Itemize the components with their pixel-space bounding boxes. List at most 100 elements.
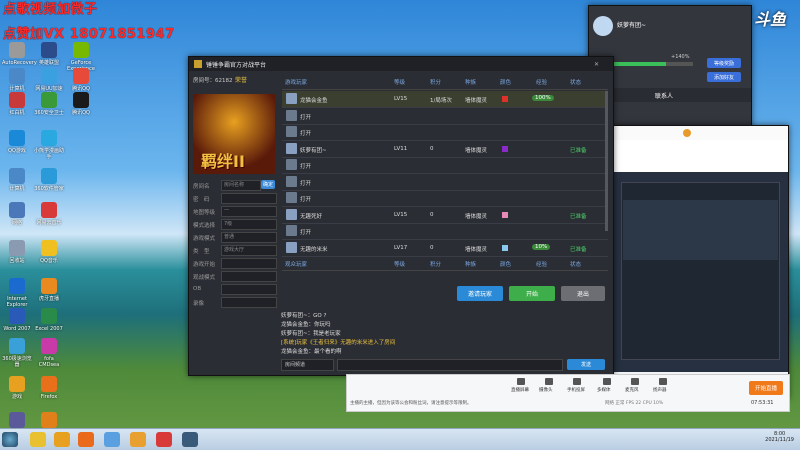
stream-tool-label[interactable]: 麦克风 bbox=[625, 387, 639, 393]
stream-tool-label[interactable]: 摄像头 bbox=[539, 387, 553, 393]
clock[interactable]: 8:00 2021/11/19 bbox=[765, 431, 794, 443]
table-row[interactable]: 妖萝有团~ LV11 0 墙体魔灵 已准备 bbox=[282, 141, 608, 158]
player-name: 打开 bbox=[300, 180, 312, 187]
field-input[interactable]: 普通 bbox=[221, 232, 277, 243]
table-row[interactable]: 打开 bbox=[282, 190, 608, 207]
field-input[interactable] bbox=[221, 297, 277, 308]
close-icon[interactable]: ✕ bbox=[594, 61, 599, 68]
player-color-swatch[interactable] bbox=[502, 96, 508, 102]
desktop-icon[interactable]: 360软件管家 bbox=[34, 168, 64, 192]
stream-tool-icon[interactable] bbox=[631, 378, 639, 385]
table-row[interactable]: 打开 bbox=[282, 157, 608, 174]
stream-tool-label[interactable]: 手机投屏 bbox=[567, 387, 585, 393]
stream-tool-icon[interactable] bbox=[659, 378, 667, 385]
stream-tool-label[interactable]: 扬声器 bbox=[653, 387, 667, 393]
stream-tool-label[interactable]: 直播屏幕 bbox=[511, 387, 529, 393]
field-input[interactable] bbox=[221, 193, 277, 204]
player-name: 无趣的米米 bbox=[300, 246, 328, 253]
desktop-icon[interactable]: 小熊学漫画助手 bbox=[34, 130, 64, 160]
desktop-icon[interactable]: 虎牙直播 bbox=[34, 278, 64, 302]
desktop-icon[interactable]: 360极速浏览器 bbox=[2, 338, 32, 368]
desktop-icon[interactable]: 网易云音乐 bbox=[34, 202, 64, 226]
start-button[interactable] bbox=[2, 432, 18, 447]
stream-tool-icon[interactable] bbox=[517, 378, 525, 385]
table-row[interactable]: 打开 bbox=[282, 174, 608, 191]
player-color-swatch[interactable] bbox=[502, 244, 508, 251]
desktop-icon[interactable]: 360安全卫士 bbox=[34, 92, 64, 116]
player-color-swatch[interactable] bbox=[502, 145, 508, 152]
field-label: 观战模式 bbox=[193, 275, 216, 281]
player-score: 0 bbox=[430, 145, 434, 152]
exit-button[interactable]: 退出 bbox=[561, 286, 605, 301]
observer-table-header: 观众玩家 等级 积分 种族 颜色 经验 状态 bbox=[282, 258, 608, 271]
confirm-button[interactable]: 确定 bbox=[261, 180, 275, 189]
desktop-icon[interactable]: QQ音乐 bbox=[34, 240, 64, 264]
player-level: LV15 bbox=[394, 211, 408, 218]
app-taskbar-icon[interactable] bbox=[104, 432, 120, 447]
send-button[interactable]: 发送 bbox=[567, 359, 605, 370]
player-color-swatch[interactable] bbox=[502, 211, 508, 218]
invite-button[interactable]: 邀请玩家 bbox=[457, 286, 503, 301]
desktop-icon-label: Internet Explorer bbox=[6, 296, 28, 308]
desktop-icon[interactable]: Excel 2007 bbox=[34, 308, 64, 332]
level-reward-button[interactable]: 等级奖励 bbox=[707, 58, 741, 68]
table-row[interactable]: 龙猫会金鱼 LV15 1/局场次 墙体魔灵 100% bbox=[282, 91, 608, 108]
desktop-icon[interactable]: 计算机 bbox=[2, 68, 32, 92]
field-input[interactable]: 一 bbox=[221, 206, 277, 217]
avatar[interactable] bbox=[593, 16, 613, 36]
table-row[interactable]: 打开 bbox=[282, 223, 608, 240]
scrollbar[interactable] bbox=[605, 91, 608, 231]
field-input[interactable] bbox=[221, 258, 277, 269]
stream-tool-label[interactable]: 多媒体 bbox=[597, 387, 611, 393]
player-exp: 10% bbox=[532, 243, 551, 250]
field-input[interactable]: 7级 bbox=[221, 219, 277, 230]
desktop-icon[interactable]: Word 2007 bbox=[2, 308, 32, 332]
lobby-taskbar-icon[interactable] bbox=[182, 432, 198, 447]
field-input[interactable] bbox=[221, 271, 277, 282]
desktop-icon[interactable]: Firefox bbox=[34, 376, 64, 400]
desktop-icon-label: 小熊学漫画助手 bbox=[34, 148, 65, 160]
field-input[interactable]: 游戏大厅 bbox=[221, 245, 277, 256]
desktop-icon[interactable]: 英雄联盟 bbox=[34, 42, 64, 66]
player-avatar bbox=[286, 225, 297, 236]
channel-select[interactable]: 房间频道 bbox=[281, 359, 334, 371]
player-table: 龙猫会金鱼 LV15 1/局场次 墙体魔灵 100% 打开 打开 妖萝有团~ LV11 0 墙体魔灵… bbox=[282, 91, 608, 257]
desktop-icon[interactable]: 回收站 bbox=[2, 240, 32, 264]
stream-tool-icon[interactable] bbox=[573, 378, 581, 385]
table-row[interactable]: 打开 bbox=[282, 108, 608, 125]
table-row[interactable]: 无趣死好 LV15 0 墙体魔灵 已准备 bbox=[282, 207, 608, 224]
folder-taskbar-icon[interactable] bbox=[54, 432, 70, 447]
field-input[interactable] bbox=[221, 284, 277, 295]
chrome-taskbar-icon[interactable] bbox=[30, 432, 46, 447]
chat-line: 龙猫会金鱼：最个看的啊 bbox=[281, 349, 342, 355]
app-icon bbox=[9, 168, 25, 184]
desktop-icon[interactable]: 游戏 bbox=[2, 376, 32, 400]
desktop-icon[interactable]: AutoRecovery bbox=[2, 42, 37, 66]
title-bar: 锤锤争霸官方对战平台 ✕ bbox=[189, 57, 613, 71]
stream-tool-icon[interactable] bbox=[545, 378, 553, 385]
field-input[interactable]: 房间名称 bbox=[221, 180, 261, 191]
desktop-icon[interactable]: 网络 bbox=[2, 202, 32, 226]
player-race: 墙体魔灵 bbox=[465, 147, 488, 154]
start-button[interactable]: 开始 bbox=[509, 286, 555, 301]
tab-contacts[interactable]: 联系人 bbox=[655, 91, 673, 100]
game-taskbar-icon[interactable] bbox=[130, 432, 146, 447]
douyu-taskbar-icon[interactable] bbox=[156, 432, 172, 447]
chat-input[interactable] bbox=[337, 359, 563, 371]
player-name: 打开 bbox=[300, 114, 312, 121]
desktop-icon[interactable]: Internet Explorer bbox=[2, 278, 32, 308]
desktop-icon-label: 网络 bbox=[11, 220, 22, 226]
start-live-button[interactable]: 开始直播 bbox=[749, 381, 783, 395]
desktop-icon[interactable]: 红白机 bbox=[2, 92, 32, 116]
stream-tool-icon[interactable] bbox=[603, 378, 611, 385]
desktop-icon[interactable]: 计算机 bbox=[2, 168, 32, 192]
table-row[interactable]: 打开 bbox=[282, 124, 608, 141]
desktop-icon[interactable]: fofa CMDsea bbox=[34, 338, 64, 368]
table-row[interactable]: 无趣的米米 LV17 0 墙体魔灵 已准备 10% bbox=[282, 240, 608, 257]
app-icon bbox=[41, 68, 57, 84]
firefox-taskbar-icon[interactable] bbox=[78, 432, 94, 447]
desktop-icon[interactable]: 腾讯QQ bbox=[66, 92, 96, 116]
desktop-icon[interactable]: 腾讯QQ bbox=[66, 68, 96, 92]
add-friend-button[interactable]: 添加好友 bbox=[707, 72, 741, 82]
desktop-icon[interactable]: QQ游戏 bbox=[2, 130, 32, 154]
